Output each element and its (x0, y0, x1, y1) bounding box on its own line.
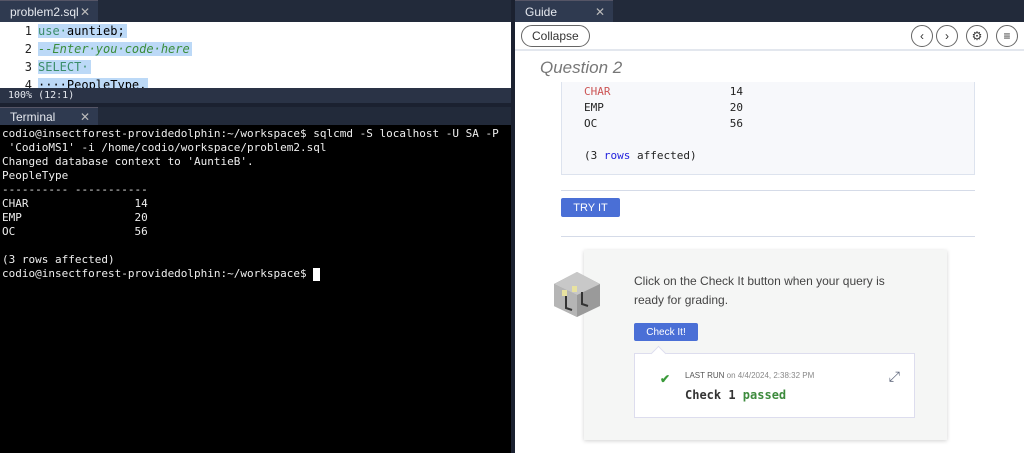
editor-tabbar: problem2.sql ✕ (0, 0, 511, 22)
line-number: 3 (24, 60, 32, 74)
chevron-left-icon[interactable]: ‹ (911, 24, 933, 47)
left-pane: problem2.sql ✕ 1 use·auntieb; 2 --Enter·you… (0, 0, 511, 453)
code-keyword: SELECT· (38, 60, 89, 74)
row-name: CHAR (584, 85, 611, 98)
terminal-output: codio@insectforest-providedolphin:~/work… (2, 127, 499, 280)
check-result: Check 1 passed (685, 388, 786, 402)
last-run: LAST RUN on 4/4/2024, 2:38:32 PM (685, 371, 814, 380)
tab-guide[interactable]: Guide ✕ (515, 0, 613, 22)
code-comment: --Enter·you·code·here (38, 42, 190, 56)
terminal-tabbar: Terminal ✕ (0, 107, 511, 125)
terminal[interactable]: codio@insectforest-providedolphin:~/work… (0, 125, 511, 453)
tab-label: Guide (525, 4, 558, 19)
code-text: ····PeopleType, (38, 78, 147, 88)
terminal-cursor (313, 267, 321, 281)
line-number: 1 (24, 24, 32, 38)
check-text: Check 1 (685, 388, 743, 402)
divider (561, 190, 975, 191)
close-icon[interactable]: ✕ (80, 110, 90, 124)
check-it-button[interactable]: Check It! (634, 323, 698, 341)
check-status: passed (742, 388, 787, 402)
code-output-box: CHAR 14 EMP 20 OC 56 (3 rows affected) (561, 82, 975, 175)
editor-status: 100% (12:1) (0, 88, 511, 103)
row-value: 20 (729, 101, 743, 114)
guide-pane: Guide ✕ Collapse ‹ › ⚙ ≡ Question 2 CHAR … (515, 0, 1024, 453)
row-name: OC (584, 117, 598, 130)
row-value: 14 (729, 85, 743, 98)
code-keyword: use· (38, 24, 67, 38)
guide-tabbar: Guide ✕ (515, 0, 1024, 22)
close-icon[interactable]: ✕ (80, 5, 90, 19)
text: affected) (630, 149, 697, 162)
card-instructions: Click on the Check It button when your q… (634, 274, 885, 307)
close-icon[interactable]: ✕ (595, 5, 605, 19)
guide-toolbar: Collapse ‹ › ⚙ ≡ (515, 22, 1024, 51)
code-text: auntieb; (66, 24, 125, 38)
tab-problem2-sql[interactable]: problem2.sql ✕ (0, 0, 98, 22)
divider (561, 236, 975, 237)
question-title: Question 2 (540, 58, 623, 77)
line-number: 4 (24, 78, 32, 88)
menu-icon[interactable]: ≡ (996, 24, 1018, 47)
keyword: rows (603, 149, 631, 162)
row-value: 56 (729, 117, 743, 130)
text: (3 (584, 149, 604, 162)
tab-label: problem2.sql (10, 4, 79, 19)
expand-icon[interactable]: ⤢ (889, 368, 900, 385)
row-name: EMP (584, 101, 604, 114)
chevron-right-icon[interactable]: › (936, 24, 958, 47)
room-illustration-icon (554, 272, 600, 317)
last-run-time: on 4/4/2024, 2:38:32 PM (724, 371, 815, 380)
tab-terminal[interactable]: Terminal ✕ (0, 107, 98, 125)
try-it-button[interactable]: TRY IT (561, 198, 620, 217)
result-box: ✔ LAST RUN on 4/4/2024, 2:38:32 PM Check… (634, 353, 915, 418)
tab-label: Terminal (10, 109, 56, 124)
check-icon: ✔ (660, 372, 671, 386)
gear-icon[interactable]: ⚙ (966, 24, 988, 47)
collapse-button[interactable]: Collapse (521, 24, 590, 47)
code-editor[interactable]: 1 use·auntieb; 2 --Enter·you·code·here 3 SE… (0, 22, 511, 88)
check-it-card: Click on the Check It button when your q… (584, 250, 947, 440)
last-run-label: LAST RUN (685, 371, 725, 380)
line-number: 2 (24, 42, 32, 56)
